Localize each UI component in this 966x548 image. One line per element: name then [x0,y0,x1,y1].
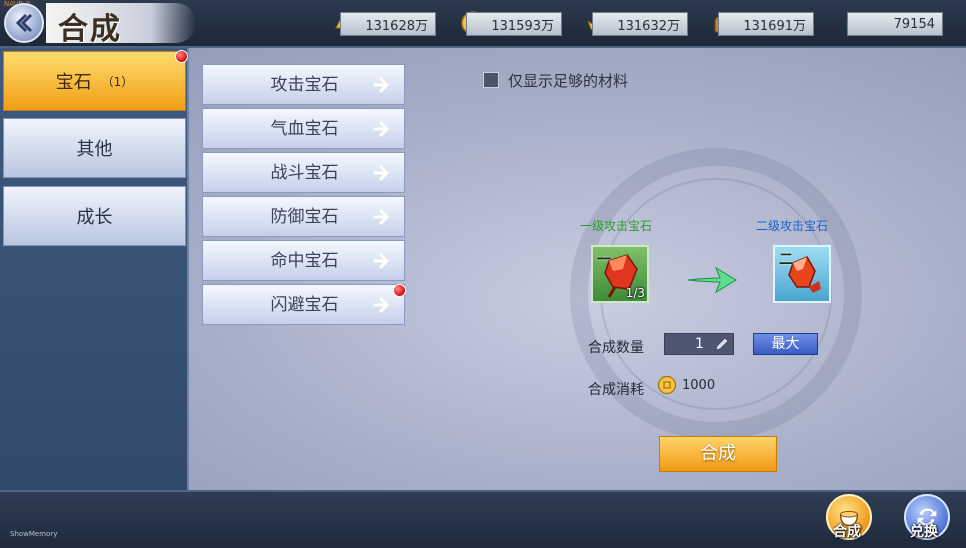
category-gem-count: （1） [101,74,134,89]
panel-divider [187,48,189,490]
max-button[interactable]: 最大 [753,333,818,355]
category-other-label: 其他 [76,139,113,160]
target-gem-name: 二级攻击宝石 [756,219,829,233]
source-gem-name: 一级攻击宝石 [580,219,653,233]
target-level: 二 [779,252,793,268]
category-growth-label: 成长 [76,207,113,228]
category-other[interactable]: 其他 [3,118,186,178]
currency-chest: 131691万 [718,12,814,36]
arrow-right-icon [373,121,390,137]
arrow-right-icon [373,165,390,181]
arrow-right-icon [687,266,737,294]
category-panel [0,48,188,490]
arrow-right-icon [373,297,390,313]
coin-icon [657,375,677,395]
page-title: 合成 [58,12,122,47]
category-gem-label: 宝石 [55,72,92,93]
synthesis-menu-label: 合成 [833,524,861,540]
back-button[interactable] [4,3,44,43]
notification-dot [175,50,188,63]
chevron-left-icon [15,13,33,33]
quantity-input[interactable]: 1 [664,333,734,355]
arrow-right-icon [373,253,390,269]
bottom-bar [0,490,966,548]
quantity-label: 合成数量 [588,340,644,356]
gem-item-attack[interactable]: 攻击宝石 [202,64,405,105]
source-gem-slot[interactable]: 一 1/3 [591,245,649,303]
currency-gold-bar: 131628万 [340,12,436,36]
currency-jade: 79154 [847,12,943,36]
arrow-right-icon [373,77,390,93]
exchange-menu-label: 兑换 [910,524,938,540]
target-gem-slot[interactable]: 二 [773,245,831,303]
source-level: 一 [597,252,611,268]
source-count: 1/3 [625,286,645,300]
category-gem[interactable]: 宝石 （1） [3,51,186,111]
currency-ingot: 131632万 [592,12,688,36]
cost-value: 1000 [682,378,716,393]
memory-debug-text: ShowMemory [10,530,58,538]
enough-materials-label: 仅显示足够的材料 [508,72,629,90]
gem-item-battle[interactable]: 战斗宝石 [202,152,405,193]
gem-item-hit[interactable]: 命中宝石 [202,240,405,281]
notification-dot [393,284,406,297]
category-growth[interactable]: 成长 [3,186,186,246]
cost-label: 合成消耗 [588,382,644,398]
gem-item-dodge[interactable]: 闪避宝石 [202,284,405,325]
gem-item-defense[interactable]: 防御宝石 [202,196,405,237]
gem-item-health[interactable]: 气血宝石 [202,108,405,149]
quantity-value: 1 [695,336,704,352]
pencil-icon [716,338,728,350]
enough-materials-checkbox[interactable] [483,72,499,88]
currency-coin: 131593万 [466,12,562,36]
synthesize-button[interactable]: 合成 [659,436,777,472]
arrow-right-icon [373,209,390,225]
